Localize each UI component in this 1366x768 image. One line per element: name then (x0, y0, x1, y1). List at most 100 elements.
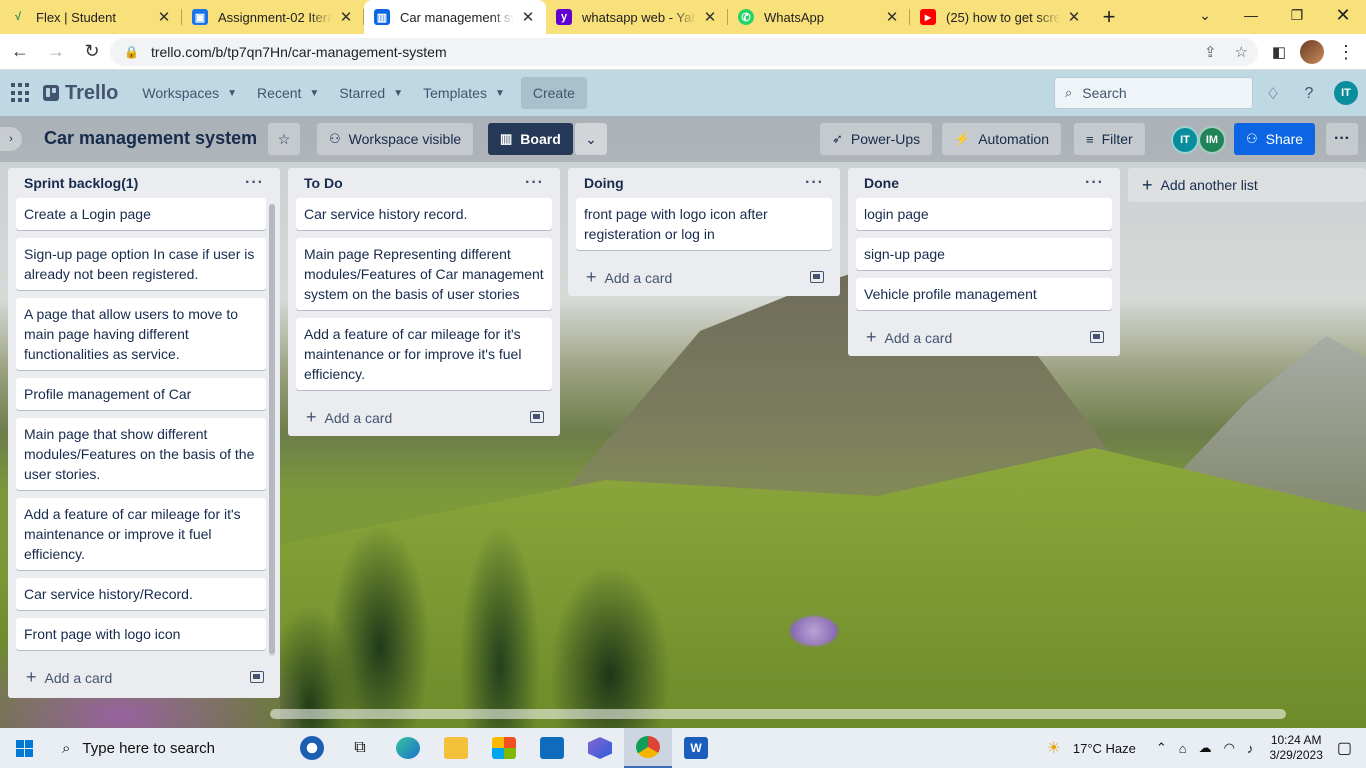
visibility-button[interactable]: ⚇ Workspace visible (317, 123, 474, 155)
meet-now-icon[interactable]: ⌂ (1179, 741, 1187, 756)
board-menu-button[interactable]: ··· (1326, 123, 1358, 155)
profile-avatar[interactable] (1300, 40, 1324, 64)
new-tab-button[interactable]: + (1094, 0, 1124, 34)
cortana-icon[interactable] (288, 728, 336, 768)
create-button[interactable]: Create (520, 77, 587, 109)
chrome-icon[interactable] (624, 728, 672, 768)
list-menu-icon[interactable]: ··· (805, 174, 824, 192)
notifications-bell-icon[interactable]: ♢ (1262, 83, 1284, 105)
list-title[interactable]: To Do (304, 175, 343, 191)
board-horizontal-scrollbar[interactable] (270, 709, 1286, 719)
card[interactable]: Sign-up page option In case if user is a… (16, 238, 266, 290)
mail-icon[interactable] (528, 728, 576, 768)
board-title[interactable]: Car management system (44, 128, 257, 149)
close-tab-icon[interactable]: ✕ (1066, 8, 1082, 26)
kebab-menu-icon[interactable]: ⋮ (1334, 40, 1358, 64)
menu-starred[interactable]: Starred ▼ (329, 77, 413, 109)
close-tab-icon[interactable]: ✕ (884, 8, 900, 26)
sidebar-expand-icon[interactable]: › (0, 127, 22, 151)
notifications-icon[interactable]: ▢ (1337, 738, 1352, 758)
windows-start-button[interactable] (0, 728, 48, 768)
board-view-button[interactable]: ▥ Board (488, 123, 573, 155)
word-icon[interactable]: W (672, 728, 720, 768)
chevron-up-icon[interactable]: ⌃ (1156, 740, 1167, 756)
bookmark-star-icon[interactable]: ☆ (1235, 43, 1248, 61)
trello-logo[interactable]: Trello (43, 82, 118, 105)
back-arrow-icon[interactable]: ← (4, 36, 36, 68)
board-member-avatar[interactable]: IM (1198, 126, 1226, 154)
add-card-button[interactable]: + Add a card (576, 258, 832, 296)
card[interactable]: front page with logo icon after register… (576, 198, 832, 250)
browser-tab-trello[interactable]: ▥ Car management syste ✕ (364, 0, 546, 34)
card[interactable]: Profile management of Car (16, 378, 266, 410)
close-tab-icon[interactable]: ✕ (520, 8, 536, 26)
card[interactable]: Car service history/Record. (16, 578, 266, 610)
tab-search-icon[interactable]: ⌄ (1182, 0, 1228, 30)
taskbar-search-box[interactable]: ⌕ Type here to search (48, 728, 288, 768)
browser-tab-flex[interactable]: √ Flex | Student ✕ (0, 0, 182, 34)
list-scrollbar[interactable] (269, 204, 275, 656)
view-switcher-button[interactable]: ⌄ (575, 123, 607, 155)
card[interactable]: Main page that show different modules/Fe… (16, 418, 266, 490)
card[interactable]: Create a Login page (16, 198, 266, 230)
wifi-icon[interactable]: ◠ (1224, 740, 1235, 756)
card[interactable]: login page (856, 198, 1112, 230)
card[interactable]: Main page Representing different modules… (296, 238, 552, 310)
menu-templates[interactable]: Templates ▼ (413, 77, 515, 109)
restore-button[interactable]: ❐ (1274, 0, 1320, 30)
share-button[interactable]: ⚇ Share (1234, 123, 1316, 155)
filter-button[interactable]: ≡ Filter (1074, 123, 1145, 155)
volume-icon[interactable]: ♪ (1247, 741, 1254, 756)
browser-tab-yahoo[interactable]: y whatsapp web - Yahoo ✕ (546, 0, 728, 34)
add-card-button[interactable]: + Add a card (296, 398, 552, 436)
forward-arrow-icon[interactable]: → (40, 36, 72, 68)
minimize-button[interactable]: — (1228, 0, 1274, 30)
task-view-icon[interactable]: ⧉ (336, 728, 384, 768)
taskbar-clock[interactable]: 10:24 AM 3/29/2023 (1269, 733, 1322, 763)
member-avatar[interactable]: IT (1334, 81, 1358, 105)
onedrive-cloud-icon[interactable]: ☁ (1199, 740, 1212, 756)
share-page-icon[interactable]: ⇪ (1204, 43, 1217, 61)
card[interactable]: Car service history record. (296, 198, 552, 230)
close-tab-icon[interactable]: ✕ (156, 8, 172, 26)
card-template-icon[interactable] (810, 271, 824, 283)
automation-button[interactable]: ⚡ Automation (942, 123, 1062, 155)
add-card-button[interactable]: + Add a card (856, 318, 1112, 356)
close-tab-icon[interactable]: ✕ (702, 8, 718, 26)
list-title[interactable]: Sprint backlog(1) (24, 175, 138, 191)
help-icon[interactable]: ? (1298, 83, 1320, 105)
card[interactable]: Vehicle profile management (856, 278, 1112, 310)
app-switcher-icon[interactable] (11, 83, 31, 103)
url-field[interactable]: 🔒 trello.com/b/tp7qn7Hn/car-management-s… (110, 38, 1258, 66)
weather-icon[interactable]: ☀ (1047, 738, 1061, 758)
microsoft-store-icon[interactable] (480, 728, 528, 768)
close-window-button[interactable]: ✕ (1320, 0, 1366, 30)
star-board-button[interactable]: ☆ (268, 123, 300, 155)
menu-recent[interactable]: Recent ▼ (247, 77, 329, 109)
list-menu-icon[interactable]: ··· (245, 174, 264, 192)
list-menu-icon[interactable]: ··· (525, 174, 544, 192)
power-automate-icon[interactable] (576, 728, 624, 768)
card[interactable]: A page that allow users to move to main … (16, 298, 266, 370)
board-member-avatar[interactable]: IT (1171, 126, 1199, 154)
list-title[interactable]: Doing (584, 175, 624, 191)
powerups-button[interactable]: ➶ Power-Ups (820, 123, 933, 155)
file-explorer-icon[interactable] (432, 728, 480, 768)
card-template-icon[interactable] (530, 411, 544, 423)
add-card-button[interactable]: + Add a card (16, 658, 272, 696)
list-title[interactable]: Done (864, 175, 899, 191)
browser-tab-youtube[interactable]: ▶ (25) how to get screen ✕ (910, 0, 1092, 34)
add-list-button[interactable]: + Add another list (1128, 168, 1366, 202)
card[interactable]: sign-up page (856, 238, 1112, 270)
reload-icon[interactable]: ↻ (76, 36, 108, 68)
card-template-icon[interactable] (250, 671, 264, 683)
card[interactable]: Add a feature of car mileage for it's ma… (16, 498, 266, 570)
card[interactable]: Add a feature of car mileage for it's ma… (296, 318, 552, 390)
close-tab-icon[interactable]: ✕ (338, 8, 354, 26)
card-template-icon[interactable] (1090, 331, 1104, 343)
weather-text[interactable]: 17°C Haze (1073, 741, 1136, 756)
card[interactable]: Front page with logo icon (16, 618, 266, 650)
search-input[interactable]: ⌕ Search (1054, 77, 1253, 109)
side-panel-icon[interactable]: ◧ (1267, 40, 1291, 64)
browser-tab-whatsapp[interactable]: ✆ WhatsApp ✕ (728, 0, 910, 34)
